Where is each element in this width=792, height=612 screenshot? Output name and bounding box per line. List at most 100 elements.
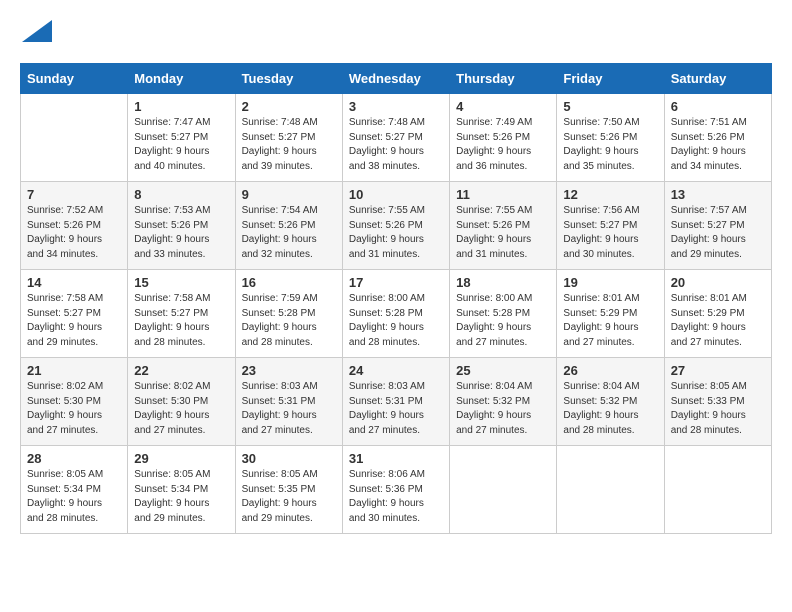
calendar-cell: 28 Sunrise: 8:05 AMSunset: 5:34 PMDayligh… [21, 446, 128, 534]
calendar-cell: 19 Sunrise: 8:01 AMSunset: 5:29 PMDayligh… [557, 270, 664, 358]
day-number: 8 [134, 187, 228, 202]
day-info: Sunrise: 8:06 AMSunset: 5:36 PMDaylight:… [349, 468, 443, 526]
calendar-cell: 30Sunrise: 8:05 AMSunset: 5:35 PMDayligh… [235, 446, 342, 534]
header-friday: Friday [557, 64, 664, 94]
day-number: 20 [671, 275, 765, 290]
day-info: Sunrise: 8:02 AMSunset: 5:30 PMDaylight:… [27, 380, 121, 438]
calendar-cell: 17 Sunrise: 8:00 AMSunset: 5:28 PMDayligh… [342, 270, 449, 358]
day-info: Sunrise: 8:00 AMSunset: 5:28 PMDaylight:… [456, 292, 550, 350]
day-info: Sunrise: 8:05 AMSunset: 5:33 PMDaylight:… [671, 380, 765, 438]
calendar-cell: 16Sunrise: 7:59 AMSunset: 5:28 PMDayligh… [235, 270, 342, 358]
page-header [20, 20, 772, 47]
day-info: Sunrise: 8:03 AMSunset: 5:31 PMDaylight:… [349, 380, 443, 438]
logo [20, 20, 52, 47]
day-number: 23 [242, 363, 336, 378]
day-info: Sunrise: 7:55 AMSunset: 5:26 PMDaylight:… [456, 204, 550, 262]
calendar-cell: 6Sunrise: 7:51 AMSunset: 5:26 PMDaylight… [664, 94, 771, 182]
calendar-cell: 4 Sunrise: 7:49 AMSunset: 5:26 PMDaylight… [450, 94, 557, 182]
day-info: Sunrise: 8:05 AMSunset: 5:34 PMDaylight:… [134, 468, 228, 526]
calendar-cell: 31 Sunrise: 8:06 AMSunset: 5:36 PMDayligh… [342, 446, 449, 534]
calendar-cell: 29 Sunrise: 8:05 AMSunset: 5:34 PMDayligh… [128, 446, 235, 534]
day-number: 17 [349, 275, 443, 290]
day-number: 22 [134, 363, 228, 378]
day-number: 5 [563, 99, 657, 114]
day-number: 18 [456, 275, 550, 290]
day-number: 12 [563, 187, 657, 202]
day-info: Sunrise: 8:00 AMSunset: 5:28 PMDaylight:… [349, 292, 443, 350]
calendar-cell: 14 Sunrise: 7:58 AMSunset: 5:27 PMDayligh… [21, 270, 128, 358]
calendar-cell: 18 Sunrise: 8:00 AMSunset: 5:28 PMDayligh… [450, 270, 557, 358]
day-number: 24 [349, 363, 443, 378]
day-number: 30 [242, 451, 336, 466]
day-number: 9 [242, 187, 336, 202]
header-sunday: Sunday [21, 64, 128, 94]
calendar-cell: 8 Sunrise: 7:53 AMSunset: 5:26 PMDaylight… [128, 182, 235, 270]
day-info: Sunrise: 7:52 AMSunset: 5:26 PMDaylight:… [27, 204, 121, 262]
calendar-cell: 22 Sunrise: 8:02 AMSunset: 5:30 PMDayligh… [128, 358, 235, 446]
calendar-week-row: 21 Sunrise: 8:02 AMSunset: 5:30 PMDayligh… [21, 358, 772, 446]
calendar-cell: 24 Sunrise: 8:03 AMSunset: 5:31 PMDayligh… [342, 358, 449, 446]
day-info: Sunrise: 7:53 AMSunset: 5:26 PMDaylight:… [134, 204, 228, 262]
calendar-cell: 11Sunrise: 7:55 AMSunset: 5:26 PMDayligh… [450, 182, 557, 270]
calendar-cell: 20 Sunrise: 8:01 AMSunset: 5:29 PMDayligh… [664, 270, 771, 358]
calendar-cell: 7 Sunrise: 7:52 AMSunset: 5:26 PMDaylight… [21, 182, 128, 270]
day-info: Sunrise: 8:04 AMSunset: 5:32 PMDaylight:… [563, 380, 657, 438]
header-saturday: Saturday [664, 64, 771, 94]
day-number: 21 [27, 363, 121, 378]
day-number: 7 [27, 187, 121, 202]
day-info: Sunrise: 8:01 AMSunset: 5:29 PMDaylight:… [563, 292, 657, 350]
day-number: 14 [27, 275, 121, 290]
day-number: 13 [671, 187, 765, 202]
logo-icon [22, 20, 52, 42]
day-info: Sunrise: 7:57 AMSunset: 5:27 PMDaylight:… [671, 204, 765, 262]
calendar-cell: 26 Sunrise: 8:04 AMSunset: 5:32 PMDayligh… [557, 358, 664, 446]
day-info: Sunrise: 7:47 AMSunset: 5:27 PMDaylight:… [134, 116, 228, 174]
calendar-cell: 5 Sunrise: 7:50 AMSunset: 5:26 PMDaylight… [557, 94, 664, 182]
calendar-week-row: 7 Sunrise: 7:52 AMSunset: 5:26 PMDaylight… [21, 182, 772, 270]
day-number: 28 [27, 451, 121, 466]
calendar-cell: 10 Sunrise: 7:55 AMSunset: 5:26 PMDayligh… [342, 182, 449, 270]
day-info: Sunrise: 7:56 AMSunset: 5:27 PMDaylight:… [563, 204, 657, 262]
day-number: 16 [242, 275, 336, 290]
day-info: Sunrise: 8:05 AMSunset: 5:34 PMDaylight:… [27, 468, 121, 526]
calendar-cell: 3Sunrise: 7:48 AMSunset: 5:27 PMDaylight… [342, 94, 449, 182]
day-info: Sunrise: 7:49 AMSunset: 5:26 PMDaylight:… [456, 116, 550, 174]
day-info: Sunrise: 8:01 AMSunset: 5:29 PMDaylight:… [671, 292, 765, 350]
day-number: 1 [134, 99, 228, 114]
day-number: 10 [349, 187, 443, 202]
logo-text [20, 20, 52, 47]
calendar-week-row: 28 Sunrise: 8:05 AMSunset: 5:34 PMDayligh… [21, 446, 772, 534]
calendar-cell: 1 Sunrise: 7:47 AMSunset: 5:27 PMDaylight… [128, 94, 235, 182]
calendar-cell: 23 Sunrise: 8:03 AMSunset: 5:31 PMDayligh… [235, 358, 342, 446]
calendar-cell: 15Sunrise: 7:58 AMSunset: 5:27 PMDayligh… [128, 270, 235, 358]
day-number: 29 [134, 451, 228, 466]
day-info: Sunrise: 8:02 AMSunset: 5:30 PMDaylight:… [134, 380, 228, 438]
day-number: 15 [134, 275, 228, 290]
calendar-cell: 25 Sunrise: 8:04 AMSunset: 5:32 PMDayligh… [450, 358, 557, 446]
day-number: 19 [563, 275, 657, 290]
calendar-table: SundayMondayTuesdayWednesdayThursdayFrid… [20, 63, 772, 534]
calendar-week-row: 1 Sunrise: 7:47 AMSunset: 5:27 PMDaylight… [21, 94, 772, 182]
day-info: Sunrise: 7:58 AMSunset: 5:27 PMDaylight:… [27, 292, 121, 350]
day-info: Sunrise: 7:50 AMSunset: 5:26 PMDaylight:… [563, 116, 657, 174]
calendar-cell: 12 Sunrise: 7:56 AMSunset: 5:27 PMDayligh… [557, 182, 664, 270]
day-number: 25 [456, 363, 550, 378]
calendar-cell [21, 94, 128, 182]
calendar-cell: 13 Sunrise: 7:57 AMSunset: 5:27 PMDayligh… [664, 182, 771, 270]
day-number: 2 [242, 99, 336, 114]
calendar-cell: 2Sunrise: 7:48 AMSunset: 5:27 PMDaylight… [235, 94, 342, 182]
day-number: 31 [349, 451, 443, 466]
calendar-cell: 21 Sunrise: 8:02 AMSunset: 5:30 PMDayligh… [21, 358, 128, 446]
calendar-cell: 27 Sunrise: 8:05 AMSunset: 5:33 PMDayligh… [664, 358, 771, 446]
day-info: Sunrise: 8:04 AMSunset: 5:32 PMDaylight:… [456, 380, 550, 438]
day-number: 26 [563, 363, 657, 378]
day-number: 4 [456, 99, 550, 114]
day-info: Sunrise: 8:03 AMSunset: 5:31 PMDaylight:… [242, 380, 336, 438]
header-wednesday: Wednesday [342, 64, 449, 94]
calendar-cell [450, 446, 557, 534]
day-number: 27 [671, 363, 765, 378]
calendar-week-row: 14 Sunrise: 7:58 AMSunset: 5:27 PMDayligh… [21, 270, 772, 358]
header-monday: Monday [128, 64, 235, 94]
day-info: Sunrise: 7:48 AMSunset: 5:27 PMDaylight:… [349, 116, 443, 174]
day-info: Sunrise: 7:55 AMSunset: 5:26 PMDaylight:… [349, 204, 443, 262]
